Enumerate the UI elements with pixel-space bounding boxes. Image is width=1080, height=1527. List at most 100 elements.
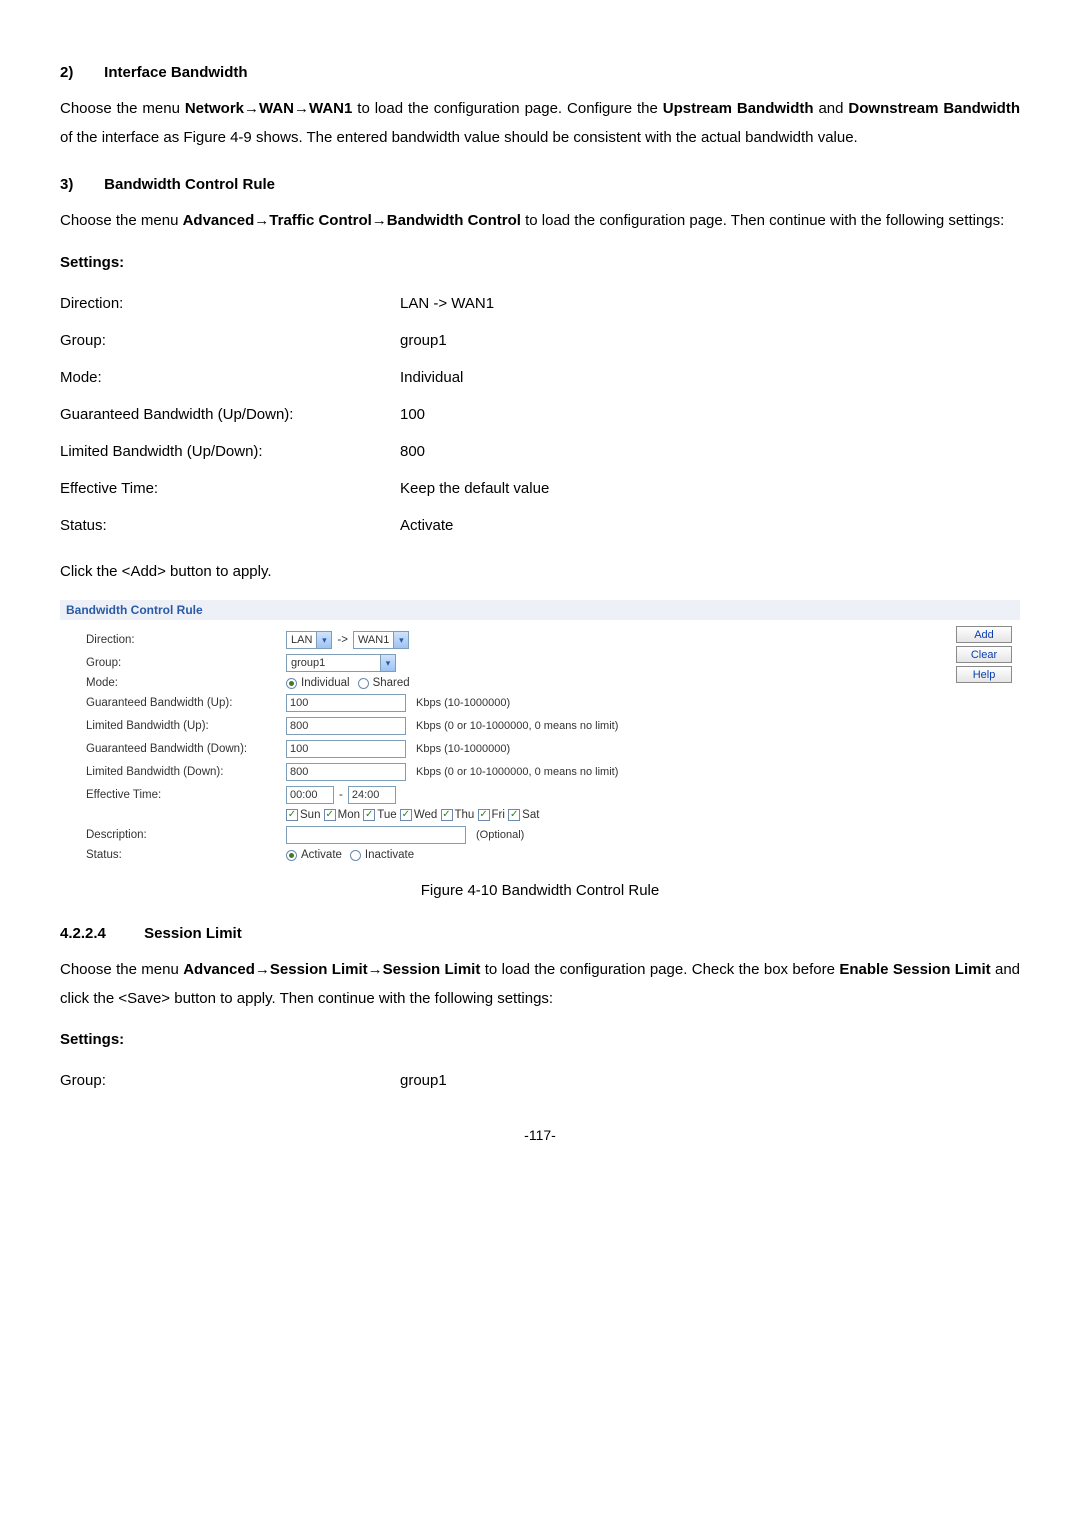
text: Choose the menu <box>60 961 183 978</box>
radio-activate[interactable] <box>286 850 297 861</box>
gbw-up-input[interactable]: 100 <box>286 694 406 712</box>
group-select[interactable]: group1 ▾ <box>286 654 396 672</box>
chevron-down-icon: ▾ <box>393 632 408 648</box>
settings-key: Mode: <box>60 359 400 396</box>
description-hint: (Optional) <box>476 829 524 841</box>
bandwidth-control-panel: Bandwidth Control Rule Add Clear Help Di… <box>60 600 1020 872</box>
radio-shared[interactable] <box>358 678 369 689</box>
heading-number: 2) <box>60 64 100 81</box>
para-session-limit: Choose the menu Advanced→Session Limit→S… <box>60 956 1020 1013</box>
radio-individual-label: Individual <box>301 677 350 689</box>
help-button[interactable]: Help <box>956 666 1012 683</box>
row-mode: Mode: Individual Shared <box>86 677 994 689</box>
chk-tue-label: Tue <box>377 809 396 821</box>
label-effective-time: Effective Time: <box>86 789 286 801</box>
text-bold: Upstream Bandwidth <box>663 100 814 117</box>
settings-key: Group: <box>60 1062 400 1099</box>
chk-sun[interactable] <box>286 809 298 821</box>
heading-text: Bandwidth Control Rule <box>104 176 275 193</box>
nav-path: Network→WAN→WAN1 <box>185 100 353 117</box>
settings-value: LAN -> WAN1 <box>400 285 549 322</box>
label-status: Status: <box>86 849 286 861</box>
settings-row: Guaranteed Bandwidth (Up/Down):100 <box>60 396 549 433</box>
add-button[interactable]: Add <box>956 626 1012 643</box>
direction-arrow: -> <box>337 634 348 646</box>
settings-row: Limited Bandwidth (Up/Down):800 <box>60 433 549 470</box>
settings-value: Keep the default value <box>400 470 549 507</box>
row-gbw-dn: Guaranteed Bandwidth (Down): 100 Kbps (1… <box>86 740 994 758</box>
chevron-down-icon: ▾ <box>316 632 331 648</box>
label-gbw-dn: Guaranteed Bandwidth (Down): <box>86 743 286 755</box>
description-input[interactable] <box>286 826 466 844</box>
chk-mon-label: Mon <box>338 809 360 821</box>
settings-value: 100 <box>400 396 549 433</box>
chk-tue[interactable] <box>363 809 375 821</box>
direction-from-select[interactable]: LAN ▾ <box>286 631 332 649</box>
settings-value: group1 <box>400 322 549 359</box>
clear-button[interactable]: Clear <box>956 646 1012 663</box>
heading-session-limit: 4.2.2.4 Session Limit <box>60 925 1020 942</box>
row-direction: Direction: LAN ▾ -> WAN1 ▾ <box>86 631 994 649</box>
nav-path: Advanced→Session Limit→Session Limit <box>183 961 480 978</box>
settings-table: Direction:LAN -> WAN1 Group:group1 Mode:… <box>60 285 549 544</box>
settings-row: Group: group1 <box>60 1062 447 1099</box>
label-group: Group: <box>86 657 286 669</box>
time-to-input[interactable]: 24:00 <box>348 786 396 804</box>
lbw-dn-hint: Kbps (0 or 10-1000000, 0 means no limit) <box>416 766 618 778</box>
nav-path: Advanced→Traffic Control→Bandwidth Contr… <box>183 212 521 229</box>
chk-sun-label: Sun <box>300 809 320 821</box>
row-days: Sun Mon Tue Wed Thu Fri Sat <box>86 809 994 821</box>
panel-side-buttons: Add Clear Help <box>956 626 1012 683</box>
radio-individual[interactable] <box>286 678 297 689</box>
settings-heading-2: Settings: <box>60 1031 1020 1048</box>
row-lbw-up: Limited Bandwidth (Up): 800 Kbps (0 or 1… <box>86 717 994 735</box>
gbw-up-hint: Kbps (10-1000000) <box>416 697 510 709</box>
settings-heading: Settings: <box>60 254 1020 271</box>
settings-key: Direction: <box>60 285 400 322</box>
label-description: Description: <box>86 829 286 841</box>
group-value: group1 <box>287 657 380 669</box>
text: to load the configuration page. Configur… <box>352 100 662 117</box>
row-status: Status: Activate Inactivate <box>86 849 994 861</box>
direction-from-value: LAN <box>287 634 316 646</box>
settings-row: Mode:Individual <box>60 359 549 396</box>
chk-thu[interactable] <box>441 809 453 821</box>
label-mode: Mode: <box>86 677 286 689</box>
direction-to-select[interactable]: WAN1 ▾ <box>353 631 409 649</box>
row-gbw-up: Guaranteed Bandwidth (Up): 100 Kbps (10-… <box>86 694 994 712</box>
gbw-dn-input[interactable]: 100 <box>286 740 406 758</box>
direction-to-value: WAN1 <box>354 634 393 646</box>
settings-key: Effective Time: <box>60 470 400 507</box>
chk-sat-label: Sat <box>522 809 539 821</box>
section-title: Session Limit <box>144 925 242 942</box>
radio-inactivate[interactable] <box>350 850 361 861</box>
settings-value: Activate <box>400 507 549 544</box>
lbw-dn-input[interactable]: 800 <box>286 763 406 781</box>
click-add-note: Click the <Add> button to apply. <box>60 558 1020 587</box>
chk-fri-label: Fri <box>492 809 505 821</box>
settings-value: Individual <box>400 359 549 396</box>
chk-wed-label: Wed <box>414 809 437 821</box>
row-description: Description: (Optional) <box>86 826 994 844</box>
section-number: 4.2.2.4 <box>60 925 140 942</box>
settings-key: Status: <box>60 507 400 544</box>
settings-key: Limited Bandwidth (Up/Down): <box>60 433 400 470</box>
text: to load the configuration page. Then con… <box>521 212 1004 229</box>
row-lbw-dn: Limited Bandwidth (Down): 800 Kbps (0 or… <box>86 763 994 781</box>
settings-row: Status:Activate <box>60 507 549 544</box>
radio-activate-label: Activate <box>301 849 342 861</box>
page-number: -117- <box>60 1127 1020 1143</box>
figure-caption: Figure 4-10 Bandwidth Control Rule <box>60 882 1020 899</box>
time-from-input[interactable]: 00:00 <box>286 786 334 804</box>
heading-interface-bandwidth: 2) Interface Bandwidth <box>60 64 1020 81</box>
lbw-up-input[interactable]: 800 <box>286 717 406 735</box>
chk-fri[interactable] <box>478 809 490 821</box>
para-interface-bandwidth: Choose the menu Network→WAN→WAN1 to load… <box>60 95 1020 152</box>
settings-table-2: Group: group1 <box>60 1062 447 1099</box>
chk-thu-label: Thu <box>455 809 475 821</box>
settings-row: Effective Time:Keep the default value <box>60 470 549 507</box>
label-gbw-up: Guaranteed Bandwidth (Up): <box>86 697 286 709</box>
chk-mon[interactable] <box>324 809 336 821</box>
chk-sat[interactable] <box>508 809 520 821</box>
chk-wed[interactable] <box>400 809 412 821</box>
